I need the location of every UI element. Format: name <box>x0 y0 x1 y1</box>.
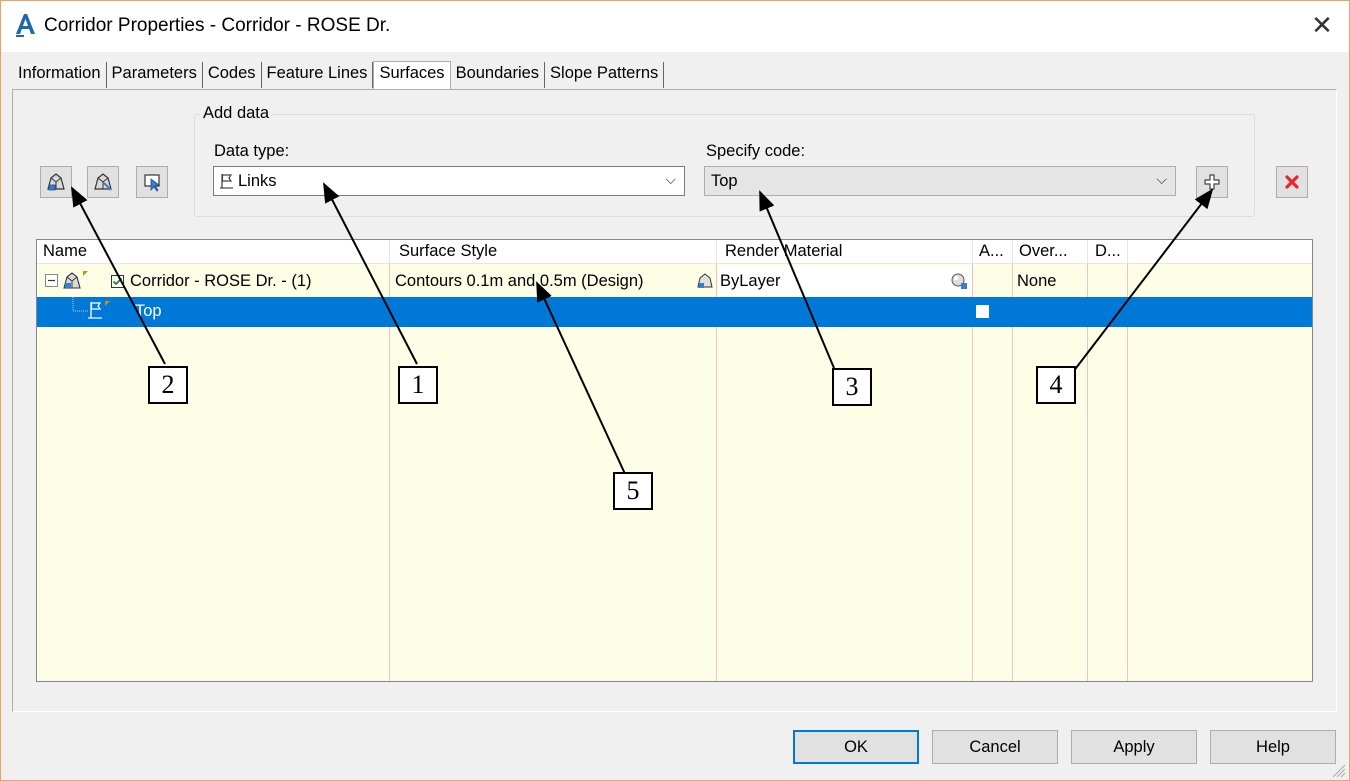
title-bar: Corridor Properties - Corridor - ROSE Dr… <box>0 0 1350 52</box>
table-row[interactable]: Top <box>37 297 1312 327</box>
column-header-add-as-breakline[interactable]: A... <box>979 242 1004 261</box>
row-surface-style[interactable]: Contours 0.1m and 0.5m (Design) <box>395 272 644 291</box>
data-type-value: Links <box>238 172 277 190</box>
callout-2: 2 <box>148 366 188 404</box>
add-data-group-title: Add data <box>200 104 273 123</box>
resize-grip-icon[interactable] <box>1330 762 1346 778</box>
corridor-surface-icon <box>63 271 88 289</box>
surface-boundary-icon <box>94 173 112 191</box>
tab-surfaces[interactable]: Surfaces <box>373 61 451 89</box>
tab-codes[interactable]: Codes <box>203 62 262 88</box>
link-code-flag-icon <box>88 301 110 319</box>
column-header-render-material[interactable]: Render Material <box>725 242 842 261</box>
callout-1: 1 <box>398 366 438 404</box>
tab-boundaries[interactable]: Boundaries <box>451 62 546 88</box>
plus-icon <box>1204 174 1220 190</box>
create-surface-icon <box>47 173 65 191</box>
tab-information[interactable]: Information <box>12 62 107 88</box>
create-surface-button[interactable] <box>40 166 72 198</box>
pick-from-drawing-button[interactable] <box>136 166 168 198</box>
specify-code-select[interactable]: Top ⌵ <box>704 166 1176 196</box>
row-render-material[interactable]: ByLayer <box>720 272 781 291</box>
column-header-d[interactable]: D... <box>1095 242 1121 261</box>
delete-x-icon <box>1285 175 1299 189</box>
material-browse-icon[interactable] <box>950 272 968 290</box>
checkbox-icon[interactable] <box>111 275 124 288</box>
civil3d-app-icon <box>16 14 35 37</box>
close-icon[interactable]: ✕ <box>1305 8 1339 42</box>
surfaces-grid[interactable]: Name Surface Style Render Material A... … <box>36 239 1313 682</box>
links-flag-icon <box>220 174 233 189</box>
style-edit-icon[interactable] <box>696 272 714 290</box>
help-button[interactable]: Help <box>1210 730 1336 764</box>
row-name: Top <box>135 302 162 320</box>
specify-code-value: Top <box>711 172 738 190</box>
grid-header: Name Surface Style Render Material A... … <box>37 240 1312 264</box>
delete-button[interactable] <box>1276 166 1308 198</box>
specify-code-label: Specify code: <box>706 142 806 160</box>
ok-button[interactable]: OK <box>793 730 919 764</box>
column-header-name[interactable]: Name <box>43 242 87 261</box>
data-type-label: Data type: <box>214 142 290 160</box>
callout-5: 5 <box>613 472 653 510</box>
chevron-down-icon: ⌵ <box>1156 171 1167 187</box>
row-name: Corridor - ROSE Dr. - (1) <box>130 272 312 290</box>
chevron-down-icon: ⌵ <box>665 171 676 187</box>
cancel-button[interactable]: Cancel <box>932 730 1058 764</box>
apply-button[interactable]: Apply <box>1071 730 1197 764</box>
callout-3: 3 <box>832 368 872 406</box>
window-title: Corridor Properties - Corridor - ROSE Dr… <box>44 15 391 36</box>
data-type-select[interactable]: Links ⌵ <box>213 166 685 196</box>
add-surface-item-button[interactable] <box>87 166 119 198</box>
breakline-checkbox[interactable] <box>976 305 989 318</box>
column-header-overhang[interactable]: Over... <box>1019 242 1068 261</box>
pick-icon <box>144 174 160 192</box>
tab-slope-patterns[interactable]: Slope Patterns <box>545 62 665 88</box>
tab-bar: Information Parameters Codes Feature Lin… <box>12 61 665 90</box>
add-code-button[interactable] <box>1196 166 1228 198</box>
table-row[interactable]: Corridor - ROSE Dr. - (1) Contours 0.1m … <box>37 267 1312 297</box>
tab-feature-lines[interactable]: Feature Lines <box>262 62 374 88</box>
row-overhang[interactable]: None <box>1017 272 1056 291</box>
callout-4: 4 <box>1036 366 1076 404</box>
column-header-surface-style[interactable]: Surface Style <box>399 242 497 261</box>
tab-parameters[interactable]: Parameters <box>107 62 203 88</box>
collapse-icon[interactable] <box>45 274 58 287</box>
